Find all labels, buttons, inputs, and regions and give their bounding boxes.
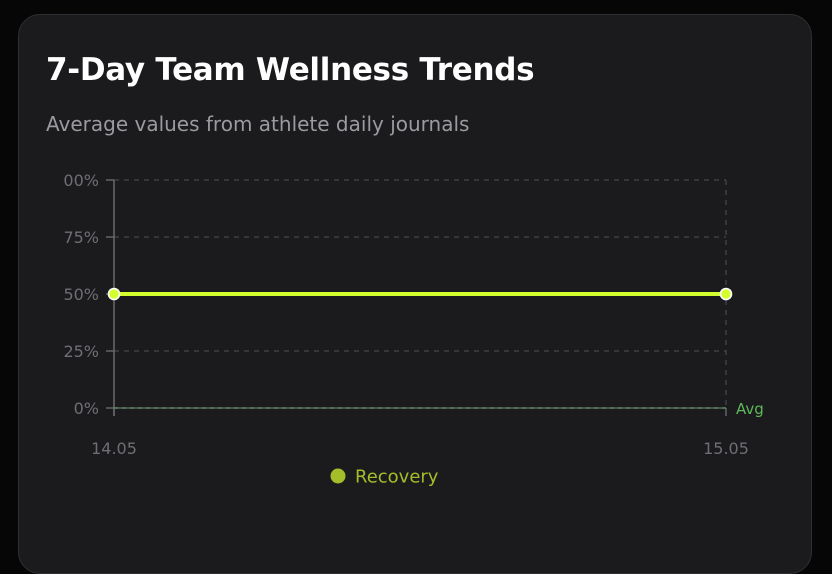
chart-legend[interactable]: Recovery xyxy=(330,467,439,488)
y-tick-label: 50% xyxy=(63,285,99,304)
y-tick-label: 100% xyxy=(53,171,99,190)
chart-labels: 100% 75% 50% 25% 0% Avg 14.05 15.05 xyxy=(53,171,764,458)
y-tick-label: 0% xyxy=(74,399,99,418)
data-point xyxy=(719,287,733,301)
avg-reference-label: Avg xyxy=(736,400,764,418)
legend-marker xyxy=(330,468,346,484)
y-tick-label: 25% xyxy=(63,342,99,361)
x-tick-label: 15.05 xyxy=(703,439,749,458)
data-point xyxy=(107,287,121,301)
wellness-line-chart: 100% 75% 50% 25% 0% Avg 14.05 15.05 Recovery xyxy=(53,171,764,488)
chart-axes xyxy=(106,179,727,416)
y-tick-label: 75% xyxy=(63,228,99,247)
legend-label: Recovery xyxy=(355,467,439,488)
chart-series xyxy=(107,287,733,301)
x-tick-label: 14.05 xyxy=(91,439,137,458)
